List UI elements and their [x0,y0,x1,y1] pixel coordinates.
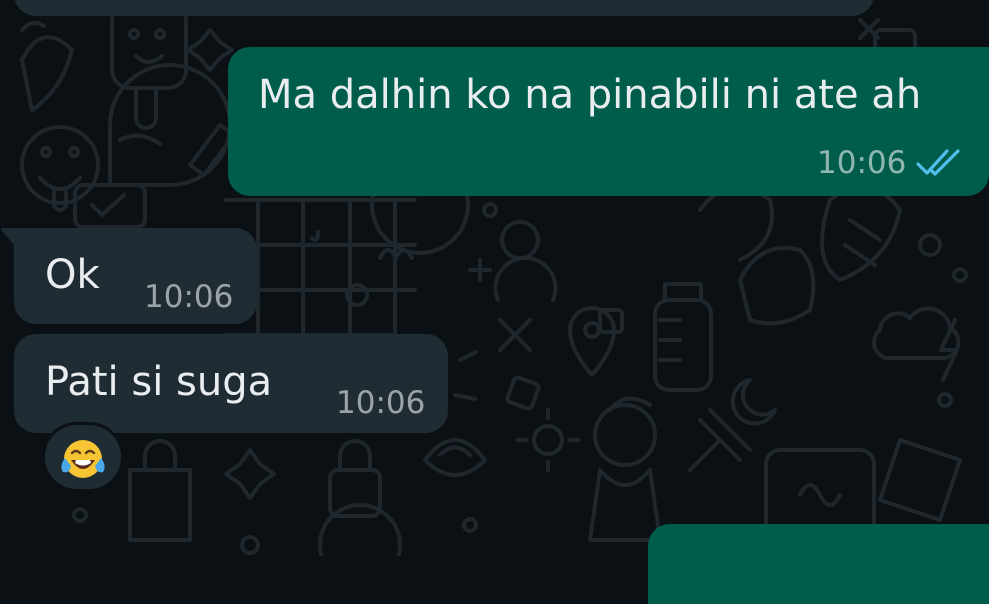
face-with-tears-of-joy-icon [61,440,105,478]
message-reaction[interactable] [42,422,124,492]
message-time: 10:06 [144,279,234,315]
message-text: Ok [45,252,100,298]
outgoing-message-bubble[interactable]: Ma dalhin ko na pinabili ni ate ah 10:06 [228,47,989,196]
bubble-tail [1,228,20,252]
message-text: Ma dalhin ko na pinabili ni ate ah [258,72,922,118]
double-check-read-icon [916,149,960,176]
previous-message-bubble[interactable] [14,0,874,16]
message-time: 10:06 [817,145,907,181]
next-outgoing-message-bubble[interactable] [648,524,989,604]
message-text: Pati si suga [45,359,273,405]
message-time: 10:06 [336,385,426,421]
incoming-message-bubble[interactable]: Ok 10:06 [14,228,257,324]
incoming-message-bubble[interactable]: Pati si suga 10:06 [14,334,448,433]
